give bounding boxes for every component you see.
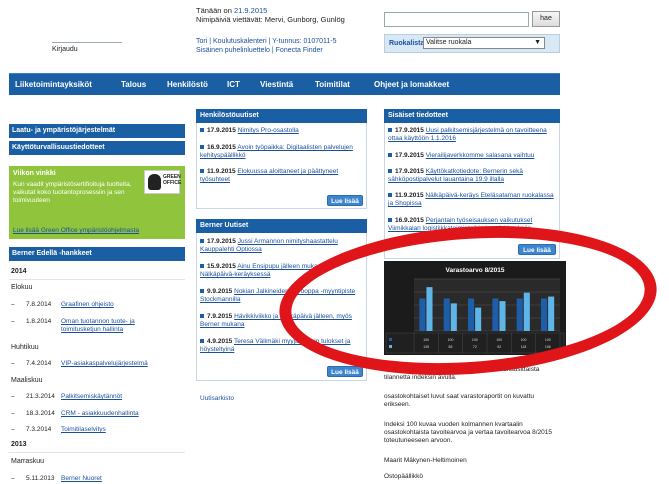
header-links: Tori | Koulutuskalenteri | Y-tunnus: 010… [196,37,337,55]
news-item[interactable]: 17.9.2015 Nimitys Pro-osastolla [200,127,362,135]
nav-item-ohjeet[interactable]: Ohjeet ja lomakkeet [374,80,449,89]
list-item-link[interactable]: Graafinen ohjeisto [61,301,191,309]
list-item: –7.8.2014 Graafinen ohjeisto [11,301,191,311]
wwf-logo-text: GREEN OFFICE [163,174,182,186]
list-item: –1.8.2014 Oman tuotannon tuote- ja toimi… [11,318,191,336]
henkilosto-title: Henkilöstöuutiset [196,109,367,123]
date-prefix: Tänään on [196,6,232,15]
bullet-icon [388,169,392,173]
nav-item-viestinta[interactable]: Viestintä [260,80,293,89]
ruokala-select-value: Valitse ruokala [426,39,472,46]
year-2013: 2013 [11,441,27,448]
main-nav: Liiketoimintayksiköt Talous Henkilöstö I… [9,73,560,95]
month-elokuu: Elokuu [11,284,33,291]
header-links-row1[interactable]: Tori | Koulutuskalenteri | Y-tunnus: 010… [196,38,337,45]
list-item: –5.11.2013 Berner Nuoret [11,475,191,484]
bullet-icon [200,264,204,268]
chevron-down-icon: ▼ [534,39,541,46]
news-item[interactable]: 17.9.2015 Uusi palkitsemisjärjestelmä on… [388,127,556,143]
search-input[interactable] [384,12,529,27]
list-item: –7.3.2014 Toimitilaselvitys [11,426,191,436]
bullet-icon [200,289,204,293]
divider [9,279,185,280]
sisaiset-title: Sisäiset tiedotteet [384,109,560,123]
panda-icon [148,174,161,190]
news-item[interactable]: 17.9.2015 Vierailijaverkkomme salasana v… [388,152,556,160]
month-marraskuu: Marraskuu [11,458,45,465]
weekly-tip-title: Viikon vinkki [13,170,56,177]
bullet-icon [388,128,392,132]
bullet-icon [388,218,392,222]
month-huhtikuu: Huhtikuu [11,344,39,351]
divider [9,452,185,453]
sidebar-item-kayttoturvallisuus[interactable]: Käyttöturvallisuustiedotteet [9,141,185,155]
wwf-logo: GREEN OFFICE [144,170,182,194]
news-item[interactable]: 17.9.2015 Jussi Armannon nimityshaastatt… [200,238,360,254]
month-maaliskuu: Maaliskuu [11,377,43,384]
bullet-icon [200,145,204,149]
news-item[interactable]: 17.9.2015 Käyttökatkotiedote: Bernerin s… [388,168,556,184]
nav-item-toimitilat[interactable]: Toimitilat [315,80,350,89]
bullet-icon [200,339,204,343]
header-date: Tänään on 21.9.2015 Nimipäiviä viettävät… [196,6,345,24]
signature-title: Ostopäällikkö [384,473,424,480]
login-area: Kirjaudu [52,40,122,56]
berner-more-button[interactable]: Lue lisää [327,366,363,377]
list-item: –21.3.2014 Palkitsemiskäytännöt [11,393,191,403]
bullet-icon [200,128,204,132]
list-item-link[interactable]: CRM - asiakkuudenhallinta [61,410,191,418]
nav-item-talous[interactable]: Talous [121,80,146,89]
list-item-link[interactable]: Oman tuotannon tuote- ja toimitusketjun … [61,318,156,334]
sidebar-item-laatu[interactable]: Laatu- ja ympäristöjärjestelmät [9,124,185,138]
ruokalista-label: Ruokalista [389,40,425,47]
nav-item-henkilosto[interactable]: Henkilöstö [167,80,208,89]
chart-description-2: osastokohtaiset luvut saat varastoraport… [384,393,534,408]
bullet-icon [200,314,204,318]
search-button[interactable]: hae [532,11,560,27]
list-item-link[interactable]: Toimitilaselvitys [61,426,191,434]
green-office-link[interactable]: Lue lisää Green Office ympäristöohjelmas… [13,227,139,234]
list-item-link[interactable]: Palkitsemiskäytännöt [61,393,191,401]
year-2014: 2014 [11,268,27,275]
date-value: 21.9.2015 [233,6,268,15]
chart-description-3: Indeksi 100 kuvaa vuoden kolmannen kvart… [384,421,553,444]
list-item: –18.3.2014 CRM - asiakkuudenhallinta [11,410,191,420]
list-item: –7.4.2014 VIP-asiakaspalvelujärjestelmä [11,360,191,370]
signature-name: Maarit Mäkynen-Heltimoinen [384,457,467,464]
ruokala-select[interactable]: Valitse ruokala ▼ [423,37,545,49]
header-links-row2[interactable]: Sisäinen puhelinluettelo | Fonecta Finde… [196,47,323,54]
news-item[interactable]: 16.9.2015 Avoin työpaikka: Digitaalisten… [200,144,362,160]
bullet-icon [200,239,204,243]
nameday-text: Nimipäiviä viettävät: Mervi, Gunborg, Gu… [196,15,345,24]
bullet-icon [200,169,204,173]
list-item-link[interactable]: VIP-asiakaspalvelujärjestelmä [61,360,191,368]
uutisarkisto-link[interactable]: Uutisarkisto [200,395,234,402]
nav-item-liiketoimintayksikot[interactable]: Liiketoimintayksiköt [15,80,92,89]
nav-item-ict[interactable]: ICT [227,80,240,89]
list-item-link[interactable]: Berner Nuoret [61,475,191,483]
berner-title: Berner Uutiset [196,219,367,233]
weekly-tip-text: Kun vaadit ympäristösertifioituja tuotte… [13,181,132,204]
archive-title: Berner Edellä -hankkeet [9,247,185,261]
henkilosto-more-button[interactable]: Lue lisää [327,195,363,206]
news-item[interactable]: 11.9.2015 Nälkäpäivä-keräys Eteläsataman… [388,192,556,208]
bullet-icon [388,153,392,157]
news-item[interactable]: 11.9.2015 Elokuussa aloittaneet ja päätt… [200,168,350,184]
login-link[interactable]: Kirjaudu [52,43,122,56]
bullet-icon [388,193,392,197]
